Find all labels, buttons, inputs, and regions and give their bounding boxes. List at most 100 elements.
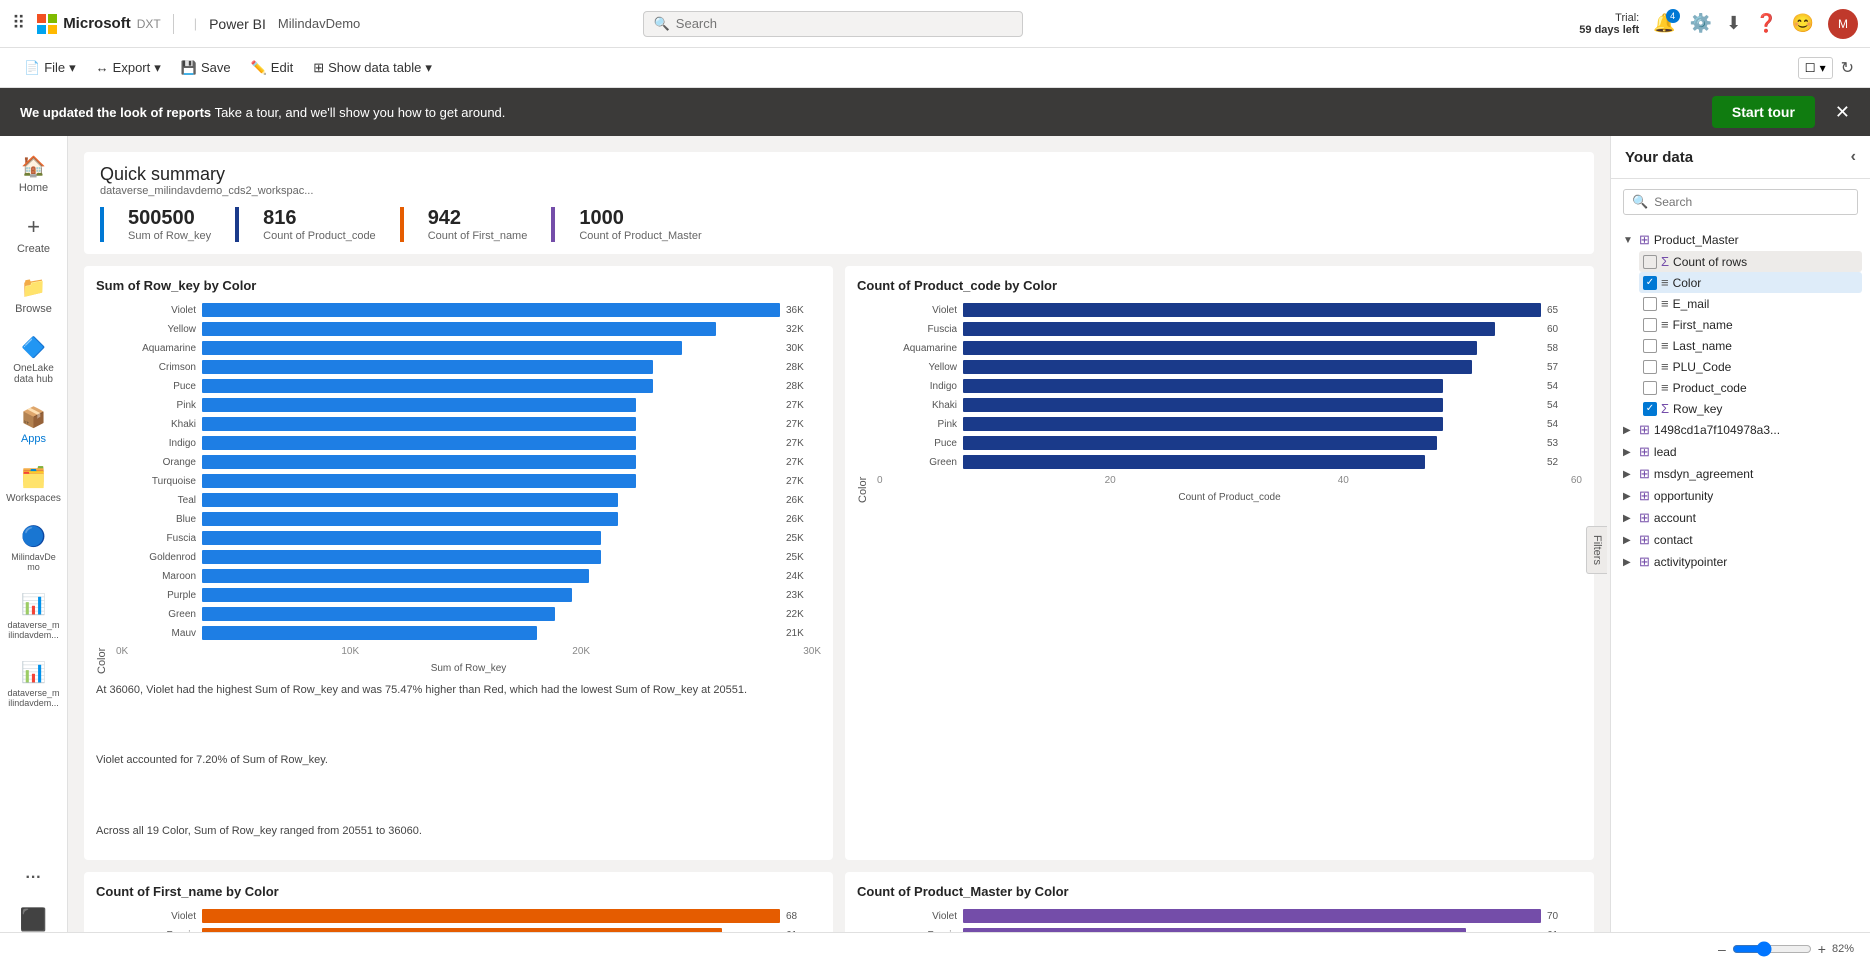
tree-item-email[interactable]: ≡ E_mail xyxy=(1639,293,1862,314)
bar-fill xyxy=(202,531,601,545)
grid-icon[interactable]: ⠿ xyxy=(12,13,25,34)
tree-check-count-rows[interactable] xyxy=(1643,255,1657,269)
bar-value: 27K xyxy=(786,419,821,430)
milindavdemo-icon: 🔵 xyxy=(21,524,46,549)
bar-track xyxy=(963,303,1541,317)
tree-label-account: account xyxy=(1654,511,1858,525)
bar-row-puce: Puce28K xyxy=(116,379,821,393)
tree-check-rowkey[interactable]: ✓ xyxy=(1643,402,1657,416)
account-button[interactable]: 😊 xyxy=(1792,13,1814,34)
tree-check-firstname[interactable] xyxy=(1643,318,1657,332)
start-tour-button[interactable]: Start tour xyxy=(1712,96,1815,128)
tree-check-plucode[interactable] xyxy=(1643,360,1657,374)
dataverse2-icon: 📊 xyxy=(21,660,46,685)
tree-label-email: E_mail xyxy=(1673,297,1858,311)
sidebar-item-workspaces[interactable]: 🗂️ Workspaces xyxy=(4,457,64,512)
bar-value: 54 xyxy=(1547,400,1582,411)
download-button[interactable]: ⬇ xyxy=(1726,13,1741,34)
right-panel-search-box[interactable]: 🔍 xyxy=(1623,189,1858,215)
edit-button[interactable]: ✏️ Edit xyxy=(243,56,302,80)
sidebar-item-onelake[interactable]: 🔷 OneLakedata hub xyxy=(4,327,64,393)
banner-close-button[interactable]: ✕ xyxy=(1835,102,1850,123)
bar-fill xyxy=(963,379,1443,393)
tree-item-count-rows[interactable]: Σ Count of rows xyxy=(1639,251,1862,272)
tree-arrow-account: ▶ xyxy=(1623,513,1635,524)
user-avatar[interactable]: M xyxy=(1828,9,1858,39)
zoom-plus-button[interactable]: + xyxy=(1818,941,1826,957)
show-data-table-button[interactable]: ⊞ Show data table ▾ xyxy=(305,56,440,80)
sidebar-item-create[interactable]: + Create xyxy=(4,206,64,263)
zoom-minus-button[interactable]: – xyxy=(1718,941,1726,957)
global-search-box[interactable]: 🔍 xyxy=(643,11,1023,37)
bar-fill xyxy=(963,909,1541,923)
tree-check-lastname[interactable] xyxy=(1643,339,1657,353)
panel-collapse-button[interactable]: ‹ xyxy=(1851,148,1856,166)
tree-item-opportunity[interactable]: ▶ ⊞ opportunity xyxy=(1619,485,1862,507)
tree-item-activitypointer[interactable]: ▶ ⊞ activitypointer xyxy=(1619,551,1862,573)
settings-button[interactable]: ⚙️ xyxy=(1690,13,1712,34)
sidebar-item-more[interactable]: ··· xyxy=(4,861,64,895)
bar-value: 54 xyxy=(1547,381,1582,392)
tree-arrow-msdyn: ▶ xyxy=(1623,469,1635,480)
refresh-button[interactable]: ↻ xyxy=(1841,58,1854,78)
bar-track xyxy=(202,322,780,336)
help-button[interactable]: ❓ xyxy=(1755,13,1777,34)
sidebar-label-workspaces: Workspaces xyxy=(6,493,61,504)
tree-item-rowkey[interactable]: ✓ Σ Row_key xyxy=(1639,398,1862,419)
right-search-input[interactable] xyxy=(1654,195,1849,209)
sidebar-item-browse[interactable]: 📁 Browse xyxy=(4,267,64,323)
export-button[interactable]: ↔ Export ▾ xyxy=(88,56,169,80)
bar-label: Puce xyxy=(877,438,957,449)
sidebar-item-apps[interactable]: 📦 Apps xyxy=(4,397,64,453)
tree-item-msdyn[interactable]: ▶ ⊞ msdyn_agreement xyxy=(1619,463,1862,485)
more-icon: ··· xyxy=(26,869,42,887)
tree-check-email[interactable] xyxy=(1643,297,1657,311)
tree-icon-rowkey: Σ xyxy=(1661,401,1669,416)
tree-item-lastname[interactable]: ≡ Last_name xyxy=(1639,335,1862,356)
tree-arrow-opportunity: ▶ xyxy=(1623,491,1635,502)
save-button[interactable]: 💾 Save xyxy=(173,56,239,80)
bar-label: Green xyxy=(877,457,957,468)
tree-item-productcode[interactable]: ≡ Product_code xyxy=(1639,377,1862,398)
bar-fill xyxy=(202,455,636,469)
data-tree: ▼ ⊞ Product_Master Σ Count of rows ✓ ≡ C… xyxy=(1611,225,1870,577)
tree-icon-count-rows: Σ xyxy=(1661,254,1669,269)
bar-label: Yellow xyxy=(116,324,196,335)
trial-days: 59 days left xyxy=(1579,24,1639,36)
sidebar-item-home[interactable]: 🏠 Home xyxy=(4,146,64,202)
search-input[interactable] xyxy=(676,16,1012,31)
quick-summary-title: Quick summary xyxy=(100,164,1578,185)
filters-tab[interactable]: Filters xyxy=(1586,526,1607,574)
chart1-x-label: Sum of Row_key xyxy=(116,663,821,674)
tree-item-color[interactable]: ✓ ≡ Color xyxy=(1639,272,1862,293)
tree-item-firstname[interactable]: ≡ First_name xyxy=(1639,314,1862,335)
chart1-y-axis-label: Color xyxy=(96,303,108,674)
sidebar-item-milindavdemo[interactable]: 🔵 MilindavDemo xyxy=(4,516,64,580)
bar-value: 52 xyxy=(1547,457,1582,468)
notifications-button[interactable]: 🔔 4 xyxy=(1653,13,1675,34)
bar-fill xyxy=(202,493,618,507)
view-toggle-button[interactable]: ☐ ▾ xyxy=(1798,57,1833,79)
chart1-bar-chart: Violet36KYellow32KAquamarine30KCrimson28… xyxy=(116,303,821,640)
sidebar-label-apps: Apps xyxy=(21,433,46,445)
x-axis-tick: 60 xyxy=(1571,475,1582,486)
tree-item-id1[interactable]: ▶ ⊞ 1498cd1a7f104978a3... xyxy=(1619,419,1862,441)
chart-row-key-title: Sum of Row_key by Color xyxy=(96,278,821,293)
tree-label-msdyn: msdyn_agreement xyxy=(1654,467,1858,481)
metric-label-product-code: Count of Product_code xyxy=(263,230,376,242)
bar-row-green: Green 52 xyxy=(877,455,1582,469)
bar-row-yellow: Yellow32K xyxy=(116,322,821,336)
tree-check-productcode[interactable] xyxy=(1643,381,1657,395)
tree-item-account[interactable]: ▶ ⊞ account xyxy=(1619,507,1862,529)
sidebar-item-dataverse1[interactable]: 📊 dataverse_milindavdem... xyxy=(4,584,64,648)
tree-product-master[interactable]: ▼ ⊞ Product_Master xyxy=(1619,229,1862,251)
zoom-slider[interactable] xyxy=(1732,941,1812,957)
bar-track xyxy=(202,550,780,564)
tree-item-contact[interactable]: ▶ ⊞ contact xyxy=(1619,529,1862,551)
tree-check-color[interactable]: ✓ xyxy=(1643,276,1657,290)
tree-item-plucode[interactable]: ≡ PLU_Code xyxy=(1639,356,1862,377)
tree-item-lead[interactable]: ▶ ⊞ lead xyxy=(1619,441,1862,463)
bar-track xyxy=(202,531,780,545)
sidebar-item-dataverse2[interactable]: 📊 dataverse_milindavdem... xyxy=(4,652,64,716)
file-button[interactable]: 📄 File ▾ xyxy=(16,56,84,80)
